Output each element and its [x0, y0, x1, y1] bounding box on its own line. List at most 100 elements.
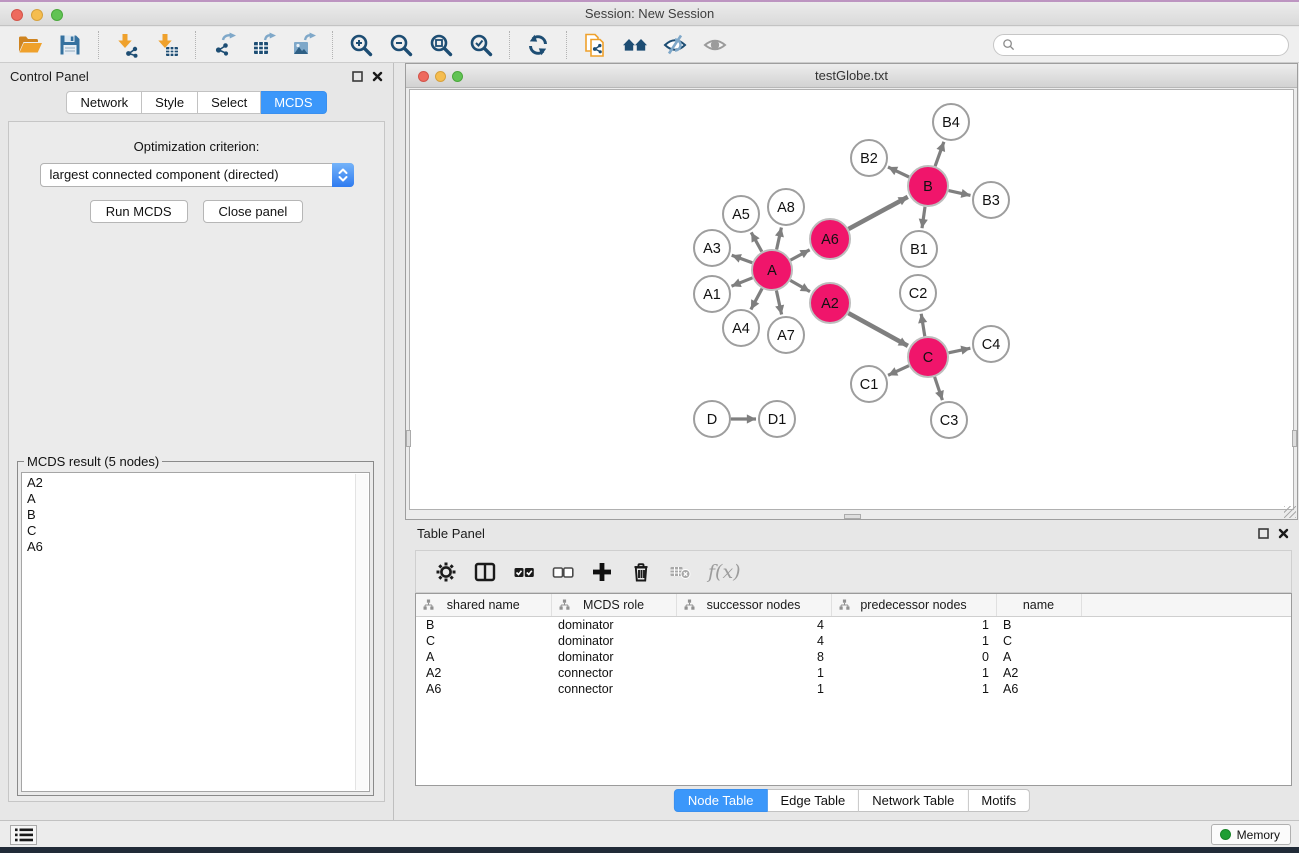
graph-node-A1[interactable]: A1: [694, 276, 730, 312]
graph-edge-A-A2[interactable]: [790, 280, 810, 291]
mcds-result-item[interactable]: A6: [27, 539, 364, 555]
table-cell[interactable]: A2: [416, 665, 551, 681]
deselect-all-rows-icon[interactable]: [552, 561, 574, 583]
table-cell[interactable]: C: [416, 633, 551, 649]
table-cell[interactable]: A: [996, 649, 1081, 665]
graph-node-A7[interactable]: A7: [768, 317, 804, 353]
search-input[interactable]: [1020, 38, 1280, 52]
graph-node-A[interactable]: A: [752, 250, 792, 290]
zoom-fit-button[interactable]: [421, 29, 461, 61]
export-image-button[interactable]: [284, 29, 324, 61]
graph-node-B3[interactable]: B3: [973, 182, 1009, 218]
task-history-button[interactable]: [10, 825, 37, 845]
export-network-button[interactable]: [204, 29, 244, 61]
table-cell[interactable]: connector: [551, 665, 676, 681]
close-panel-button[interactable]: Close panel: [203, 200, 304, 223]
result-scrollbar[interactable]: [355, 474, 368, 790]
table-cell[interactable]: 8: [676, 649, 831, 665]
table-cell[interactable]: A2: [996, 665, 1081, 681]
graph-edge-C-C3[interactable]: [935, 377, 943, 400]
graph-edge-A-A6[interactable]: [791, 250, 810, 260]
zoom-selected-button[interactable]: [461, 29, 501, 61]
mcds-result-list[interactable]: A2ABCA6: [21, 472, 370, 792]
mcds-result-item[interactable]: A2: [27, 475, 364, 491]
graph-node-B[interactable]: B: [908, 166, 948, 206]
save-session-button[interactable]: [50, 29, 90, 61]
tab-style[interactable]: Style: [142, 91, 198, 114]
table-cell[interactable]: 1: [831, 665, 996, 681]
column-header-predecessor-nodes[interactable]: predecessor nodes: [831, 594, 996, 616]
graph-node-B1[interactable]: B1: [901, 231, 937, 267]
tab-edge-table[interactable]: Edge Table: [767, 789, 859, 812]
graph-edge-A-A7[interactable]: [776, 291, 781, 315]
tab-network-table[interactable]: Network Table: [859, 789, 968, 812]
table-cell[interactable]: 1: [831, 633, 996, 649]
table-cell[interactable]: 1: [676, 665, 831, 681]
close-panel-icon[interactable]: [1278, 528, 1289, 539]
open-session-button[interactable]: [10, 29, 50, 61]
zoom-out-button[interactable]: [381, 29, 421, 61]
table-cell[interactable]: 1: [831, 616, 996, 633]
show-graphics-details-button[interactable]: [695, 29, 735, 61]
graph-edge-B-B4[interactable]: [935, 142, 944, 166]
graph-node-A8[interactable]: A8: [768, 189, 804, 225]
mcds-result-item[interactable]: B: [27, 507, 364, 523]
graph-node-A3[interactable]: A3: [694, 230, 730, 266]
refresh-button[interactable]: [518, 29, 558, 61]
table-cell[interactable]: 4: [676, 616, 831, 633]
frame-resize-grip[interactable]: [1284, 506, 1296, 518]
select-all-rows-icon[interactable]: [513, 561, 535, 583]
search-field[interactable]: [993, 34, 1289, 56]
first-neighbors-button[interactable]: [615, 29, 655, 61]
zoom-in-button[interactable]: [341, 29, 381, 61]
graph-node-C[interactable]: C: [908, 337, 948, 377]
table-cell[interactable]: dominator: [551, 649, 676, 665]
table-cell[interactable]: 0: [831, 649, 996, 665]
column-header-shared-name[interactable]: shared name: [416, 594, 551, 616]
table-cell[interactable]: 1: [676, 681, 831, 697]
graph-edge-A-A5[interactable]: [751, 232, 762, 251]
network-canvas[interactable]: B4B2BB3A5A8A6A3B1AA1C2A2A4A7C4CC1C3DD1: [410, 90, 1295, 511]
graph-edge-B-B3[interactable]: [949, 191, 971, 196]
select-stepper-icon[interactable]: [332, 163, 354, 187]
graph-node-C2[interactable]: C2: [900, 275, 936, 311]
table-settings-gear-icon[interactable]: [435, 561, 457, 583]
table-cell[interactable]: 4: [676, 633, 831, 649]
table-cell[interactable]: dominator: [551, 616, 676, 633]
graph-node-D1[interactable]: D1: [759, 401, 795, 437]
column-header-MCDS-role[interactable]: MCDS role: [551, 594, 676, 616]
column-visibility-icon[interactable]: [474, 561, 496, 583]
mcds-result-item[interactable]: A: [27, 491, 364, 507]
delete-columns-trash-icon[interactable]: [630, 561, 652, 583]
graph-node-C4[interactable]: C4: [973, 326, 1009, 362]
table-cell[interactable]: B: [416, 616, 551, 633]
table-cell[interactable]: A6: [416, 681, 551, 697]
frame-resize-handle-left[interactable]: [406, 430, 411, 447]
graph-node-A5[interactable]: A5: [723, 196, 759, 232]
table-cell[interactable]: A6: [996, 681, 1081, 697]
table-cell[interactable]: B: [996, 616, 1081, 633]
table-cell[interactable]: C: [996, 633, 1081, 649]
tab-select[interactable]: Select: [198, 91, 261, 114]
graph-node-A2[interactable]: A2: [810, 283, 850, 323]
graph-node-A4[interactable]: A4: [723, 310, 759, 346]
column-header-name[interactable]: name: [996, 594, 1081, 616]
column-header-successor-nodes[interactable]: successor nodes: [676, 594, 831, 616]
hide-selected-button[interactable]: [655, 29, 695, 61]
export-table-button[interactable]: [244, 29, 284, 61]
table-cell[interactable]: connector: [551, 681, 676, 697]
optimization-criterion-select[interactable]: largest connected component (directed): [40, 163, 354, 187]
memory-button[interactable]: Memory: [1211, 824, 1291, 845]
graph-node-C1[interactable]: C1: [851, 366, 887, 402]
duplicate-network-button[interactable]: [575, 29, 615, 61]
add-column-icon[interactable]: [591, 561, 613, 583]
tab-node-table[interactable]: Node Table: [674, 789, 768, 812]
table-cell[interactable]: A: [416, 649, 551, 665]
graph-edge-A-A3[interactable]: [732, 255, 753, 263]
float-panel-icon[interactable]: [352, 71, 363, 82]
frame-resize-handle-bottom[interactable]: [844, 514, 861, 519]
graph-edge-C-C2[interactable]: [921, 314, 925, 337]
graph-edge-A6-B[interactable]: [849, 197, 908, 229]
mcds-result-item[interactable]: C: [27, 523, 364, 539]
graph-edge-B-B2[interactable]: [888, 167, 909, 177]
